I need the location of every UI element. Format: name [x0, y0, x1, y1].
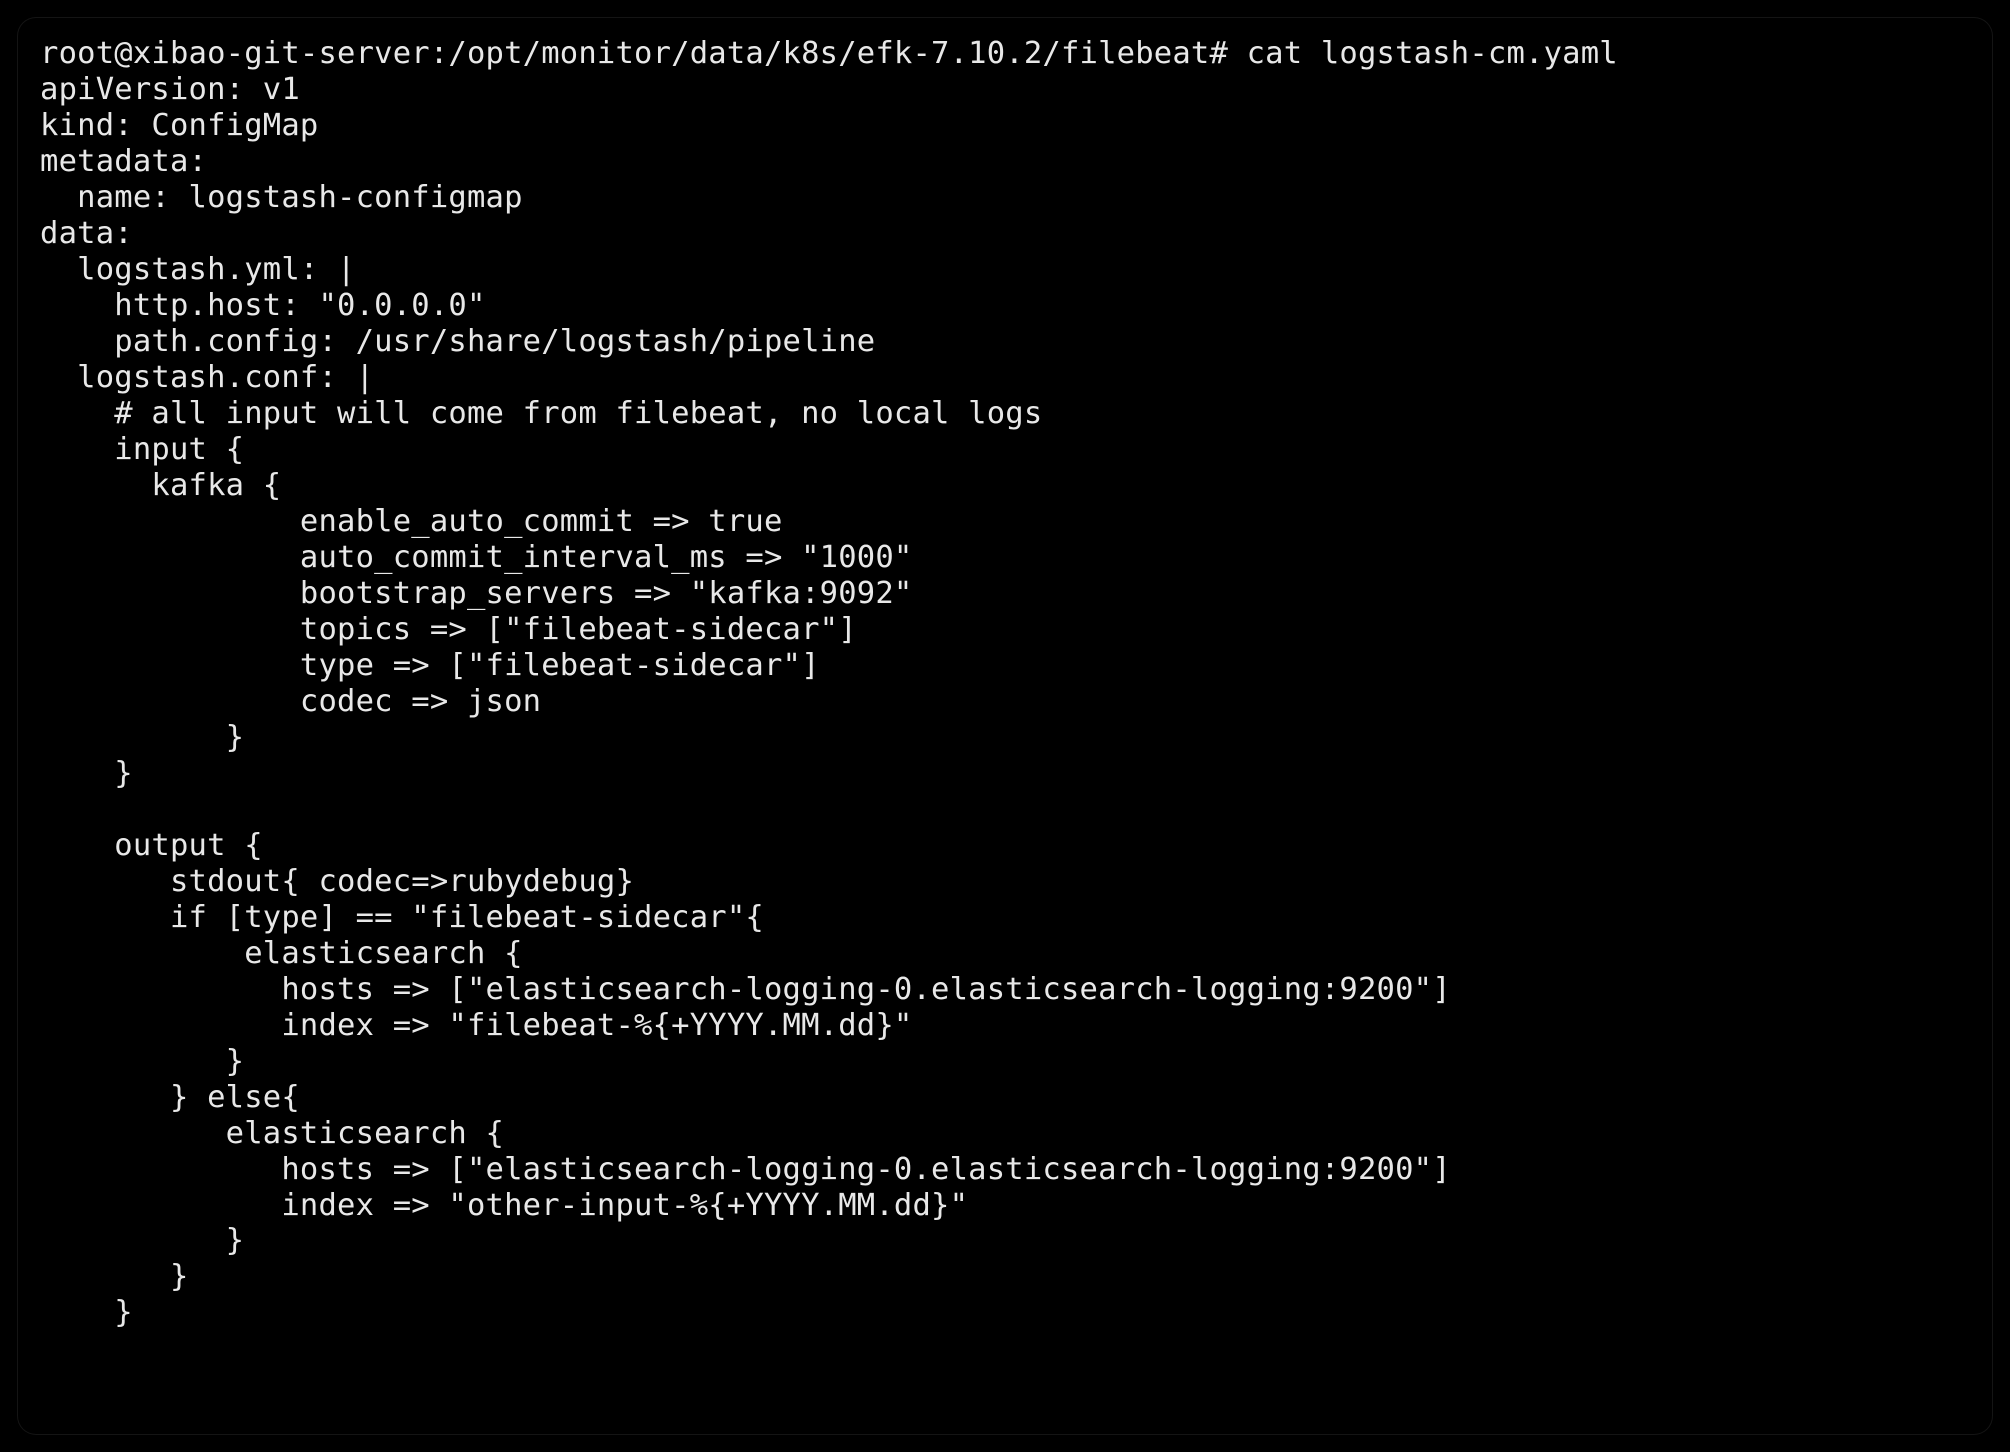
command-text: cat logstash-cm.yaml	[1247, 36, 1618, 71]
terminal-output[interactable]: root@xibao-git-server:/opt/monitor/data/…	[40, 36, 1970, 1331]
file-content: apiVersion: v1 kind: ConfigMap metadata:…	[40, 72, 1451, 1330]
terminal-window[interactable]: root@xibao-git-server:/opt/monitor/data/…	[18, 18, 1992, 1434]
shell-prompt: root@xibao-git-server:/opt/monitor/data/…	[40, 36, 1247, 71]
